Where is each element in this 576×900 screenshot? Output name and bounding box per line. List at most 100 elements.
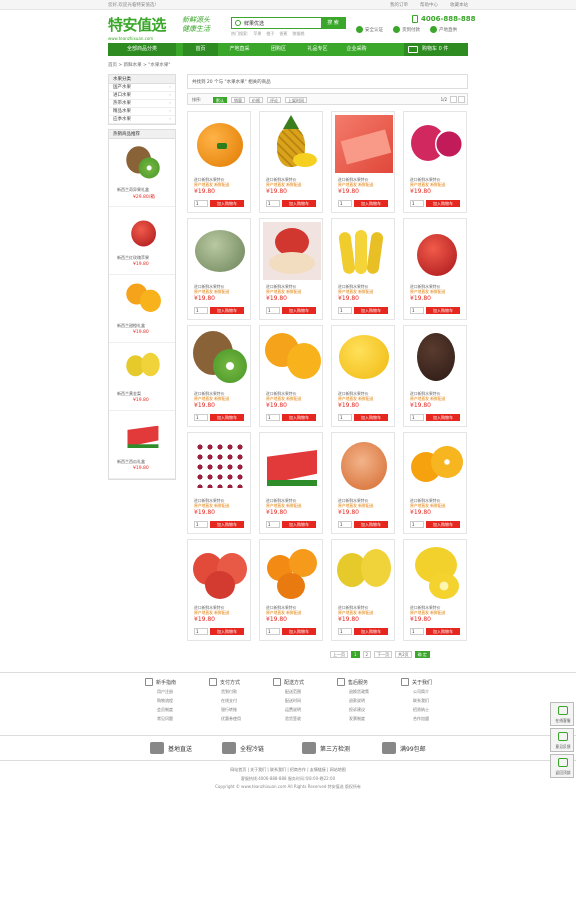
footer-link[interactable]: 用户注册 [157,689,204,696]
hotword[interactable]: 苹果 [253,31,261,37]
product-image[interactable] [125,349,161,385]
hot-product-name[interactable]: 新西兰甜橙礼盒 [117,323,145,329]
quantity-input[interactable]: 1 [266,307,280,314]
product-image[interactable] [335,436,393,494]
quantity-input[interactable]: 1 [410,200,424,207]
sidebar-item-premium[interactable]: 精品水果 [109,108,175,116]
hot-product-item[interactable]: 新西兰红玫瑰苹果 ¥19.80 [109,207,175,275]
quantity-input[interactable]: 1 [338,307,352,314]
add-to-cart-button[interactable]: 加入购物车 [282,200,316,207]
pager-page-2[interactable]: 2 [362,651,372,658]
feedback-button[interactable]: 意见反馈 [550,728,574,752]
hotword[interactable]: 橙子 [266,31,274,37]
quantity-input[interactable]: 1 [194,414,208,421]
add-to-cart-button[interactable]: 加入购物车 [282,628,316,635]
product-image[interactable] [335,222,393,280]
quantity-input[interactable]: 1 [266,628,280,635]
pager-next[interactable]: 下一页 [374,651,393,658]
top-link-favorite[interactable]: 收藏本站 [450,2,468,8]
add-to-cart-button[interactable]: 加入购物车 [426,414,460,421]
product-image[interactable] [191,436,249,494]
quantity-input[interactable]: 1 [266,414,280,421]
add-to-cart-button[interactable]: 加入购物车 [354,200,388,207]
footer-links[interactable]: 网站首页 | 关于我们 | 联系我们 | 招商合作 | 友情链接 | 网站地图 [0,767,576,773]
footer-link[interactable]: 配送范围 [285,689,332,696]
add-to-cart-button[interactable]: 加入购物车 [282,521,316,528]
product-image[interactable] [263,115,321,173]
product-image[interactable] [407,329,465,387]
product-image[interactable] [263,543,321,601]
product-image[interactable] [125,145,161,181]
product-image[interactable] [335,115,393,173]
product-image[interactable] [407,436,465,494]
cart-button[interactable]: 购物车 0 件 [404,43,468,56]
site-logo[interactable]: 特安值选 www.teanzhixuan.com [108,14,178,42]
quantity-input[interactable]: 1 [194,628,208,635]
footer-link[interactable]: 公司简介 [413,689,460,696]
top-link-orders[interactable]: 我的订单 [390,2,408,8]
add-to-cart-button[interactable]: 加入购物车 [210,307,244,314]
hot-product-item[interactable]: 新西兰黄金梨 ¥19.80 [109,343,175,411]
quantity-input[interactable]: 1 [410,307,424,314]
hot-product-name[interactable]: 新西兰红玫瑰苹果 [117,255,149,261]
quantity-input[interactable]: 1 [194,521,208,528]
footer-link[interactable]: 联系我们 [413,698,460,705]
product-image[interactable] [191,329,249,387]
sort-sales[interactable]: 销量 [231,97,245,103]
footer-link[interactable]: 退款说明 [349,698,396,705]
nav-item-home[interactable]: 首页 [183,43,218,56]
product-image[interactable] [407,543,465,601]
pager-prev[interactable]: 上一页 [330,651,348,658]
footer-link[interactable]: 银行转账 [221,707,268,714]
add-to-cart-button[interactable]: 加入购物车 [354,307,388,314]
add-to-cart-button[interactable]: 加入购物车 [426,521,460,528]
hot-product-name[interactable]: 新西兰奇异果礼盒 [117,187,149,193]
sort-newest[interactable]: 上架时间 [285,97,307,103]
add-to-cart-button[interactable]: 加入购物车 [354,521,388,528]
quantity-input[interactable]: 1 [266,200,280,207]
sort-price[interactable]: 价格 [249,97,263,103]
add-to-cart-button[interactable]: 加入购物车 [210,200,244,207]
nav-item-gift[interactable]: 礼品专区 [300,43,335,56]
product-image[interactable] [407,222,465,280]
product-image[interactable] [263,222,321,280]
next-page-button[interactable] [458,96,465,103]
quantity-input[interactable]: 1 [410,521,424,528]
footer-link[interactable]: 验货签收 [285,716,332,723]
prev-page-button[interactable] [450,96,457,103]
add-to-cart-button[interactable]: 加入购物车 [426,200,460,207]
sidebar-item-imported[interactable]: 进口水果 [109,92,175,100]
search-button[interactable]: 搜 索 [321,18,345,28]
sidebar-item-seasonal[interactable]: 应季水果 [109,116,175,124]
hotword[interactable]: 猕猴桃 [292,31,304,37]
nav-item-origin[interactable]: 产地直采 [222,43,257,56]
pager-page-1[interactable]: 1 [351,651,360,658]
product-image[interactable] [191,222,249,280]
footer-link[interactable]: 投诉建议 [349,707,396,714]
footer-link[interactable]: 配送时间 [285,698,332,705]
quantity-input[interactable]: 1 [266,521,280,528]
add-to-cart-button[interactable]: 加入购物车 [426,307,460,314]
product-image[interactable] [125,417,161,453]
footer-link[interactable]: 购物流程 [157,698,204,705]
quantity-input[interactable]: 1 [338,200,352,207]
footer-link[interactable]: 货到付款 [221,689,268,696]
footer-link[interactable]: 会员制度 [157,707,204,714]
add-to-cart-button[interactable]: 加入购物车 [210,521,244,528]
sidebar-item-domestic[interactable]: 国产水果 [109,84,175,92]
nav-item-enterprise[interactable]: 企业采购 [339,43,374,56]
product-image[interactable] [125,281,161,317]
add-to-cart-button[interactable]: 加入购物车 [354,628,388,635]
sort-reviews[interactable]: 评论 [267,97,281,103]
footer-link[interactable]: 招贤纳士 [413,707,460,714]
quantity-input[interactable]: 1 [338,521,352,528]
add-to-cart-button[interactable]: 加入购物车 [210,628,244,635]
sort-default[interactable]: 默认 [213,97,227,103]
quantity-input[interactable]: 1 [410,628,424,635]
all-categories-button[interactable]: 全部商品分类 [108,43,176,56]
quantity-input[interactable]: 1 [338,414,352,421]
search-input[interactable] [244,19,320,28]
pager-go-button[interactable]: 确 定 [414,651,430,658]
footer-link[interactable]: 运费说明 [285,707,332,714]
back-to-top-button[interactable]: 返回顶部 [550,754,574,778]
